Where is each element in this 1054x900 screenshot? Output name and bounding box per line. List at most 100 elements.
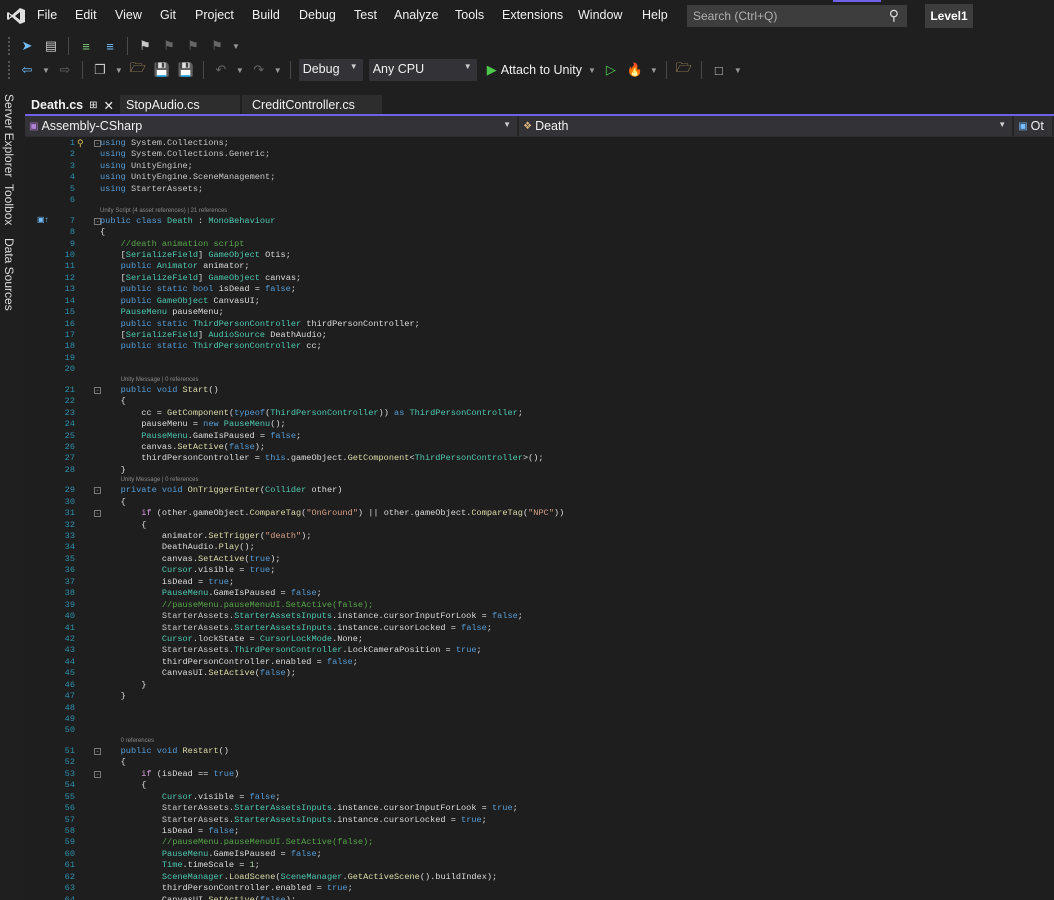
- code-token: ;: [512, 803, 518, 814]
- search-box[interactable]: Search (Ctrl+Q) ⚲: [687, 5, 907, 27]
- code-token: animator.: [100, 531, 209, 541]
- clear-bookmarks-icon[interactable]: ⚑: [208, 37, 226, 55]
- code-token: false: [259, 894, 286, 900]
- member-icon: ▣: [1018, 120, 1028, 132]
- toolbar-overflow-icon[interactable]: ▼: [232, 42, 240, 51]
- code-token: );: [254, 441, 266, 452]
- menu-build[interactable]: Build: [252, 8, 280, 22]
- menu-window[interactable]: Window: [578, 8, 622, 22]
- codelens[interactable]: Unity Message | 0 references: [25, 476, 1054, 485]
- code-token: false: [326, 656, 353, 667]
- redo-dropdown-icon[interactable]: ▼: [274, 66, 282, 75]
- attach-to-unity-button[interactable]: Attach to Unity: [501, 63, 582, 77]
- toolbar-grip[interactable]: [8, 61, 12, 79]
- run-dropdown-icon[interactable]: ▼: [588, 66, 596, 75]
- next-bookmark-icon[interactable]: ⚑: [184, 37, 202, 55]
- code-text: //pauseMenu.pauseMenuUI.SetActive(false)…: [100, 837, 373, 848]
- menu-file[interactable]: File: [37, 8, 57, 22]
- tab-stopaudio-cs[interactable]: StopAudio.cs: [120, 95, 240, 115]
- menu-tools[interactable]: Tools: [455, 8, 484, 22]
- code-line: 33 animator.SetTrigger("death");: [25, 531, 1054, 542]
- code-token: ThirdPersonController: [409, 407, 518, 418]
- window-layout-icon[interactable]: □: [710, 61, 728, 79]
- select-icon[interactable]: ➤: [18, 37, 36, 55]
- menu-help[interactable]: Help: [642, 8, 668, 22]
- back-dropdown-icon[interactable]: ▼: [42, 66, 50, 75]
- menu-view[interactable]: View: [115, 8, 142, 22]
- navigate-back-icon[interactable]: ⇦: [18, 61, 36, 79]
- code-line: 64 CanvasUI.SetActive(false);: [25, 895, 1054, 900]
- line-number: 36: [64, 565, 75, 576]
- code-token: CanvasUI.: [100, 894, 209, 900]
- navigate-forward-icon[interactable]: ⇨: [56, 61, 74, 79]
- new-project-icon[interactable]: ❐: [91, 61, 109, 79]
- menu-analyze[interactable]: Analyze: [394, 8, 438, 22]
- side-tab-server-explorer[interactable]: Server Explorer: [2, 94, 16, 177]
- open-folder-icon[interactable]: 🗁: [129, 60, 147, 79]
- code-token: StarterAssetsInputs: [234, 611, 333, 622]
- toolbar-overflow-icon[interactable]: ▼: [734, 66, 742, 75]
- codelens[interactable]: 0 references: [25, 737, 1054, 746]
- platform-dropdown[interactable]: Any CPU ▼: [368, 59, 477, 81]
- bookmark-icon[interactable]: ⚑: [136, 37, 154, 55]
- code-line: 25 PauseMenu.GameIsPaused = false;: [25, 431, 1054, 442]
- menu-git[interactable]: Git: [160, 8, 176, 22]
- code-token: false: [290, 588, 317, 599]
- line-number: 18: [64, 341, 75, 352]
- previous-bookmark-icon[interactable]: ⚑: [160, 37, 178, 55]
- configuration-dropdown[interactable]: Debug ▼: [298, 59, 363, 81]
- line-number: 53: [64, 768, 75, 779]
- line-number: 60: [64, 848, 75, 859]
- code-token: thirdPersonController.enabled =: [100, 883, 327, 894]
- code-line: 24 pauseMenu = new PauseMenu();: [25, 419, 1054, 430]
- redo-icon[interactable]: ↷: [250, 61, 268, 79]
- line-number: 51: [64, 745, 75, 756]
- code-text: public static bool isDead = false;: [100, 284, 296, 295]
- code-token: StarterAssets.: [100, 803, 235, 814]
- new-dropdown-icon[interactable]: ▼: [115, 66, 123, 75]
- find-in-files-icon[interactable]: 🗁: [675, 60, 693, 79]
- code-line: 37 isDead = true;: [25, 577, 1054, 588]
- save-icon[interactable]: 💾: [153, 61, 171, 79]
- quick-info-icon[interactable]: ▤: [42, 37, 60, 55]
- undo-dropdown-icon[interactable]: ▼: [236, 66, 244, 75]
- code-token: using: [100, 172, 126, 183]
- menu-debug[interactable]: Debug: [299, 8, 336, 22]
- hot-reload-dropdown-icon[interactable]: ▼: [650, 66, 658, 75]
- codelens[interactable]: Unity Script (4 asset references) | 21 r…: [25, 207, 1054, 216]
- undo-icon[interactable]: ↶: [212, 61, 230, 79]
- code-text: public static ThirdPersonController thir…: [100, 319, 420, 330]
- code-token: public void: [100, 384, 183, 395]
- code-editor[interactable]: ▣↑ ⚲ 1- using System.Collections; 2 using S…: [25, 137, 1054, 900]
- project-dropdown[interactable]: ▣ Assembly-CSharp ▼: [25, 116, 520, 136]
- side-tab-toolbox[interactable]: Toolbox: [2, 184, 16, 225]
- tab-death-cs[interactable]: Death.cs ⊞ ✕: [25, 95, 118, 115]
- pin-icon[interactable]: ⊞: [89, 100, 97, 111]
- start-without-debugging-icon[interactable]: ▷: [602, 61, 620, 79]
- start-debug-icon[interactable]: ▶: [483, 61, 501, 79]
- side-tab-data-sources[interactable]: Data Sources: [2, 238, 16, 311]
- member-dropdown[interactable]: ▣ Ot: [1014, 116, 1054, 136]
- menu-project[interactable]: Project: [195, 8, 234, 22]
- menu-extensions[interactable]: Extensions: [502, 8, 563, 22]
- side-tool-tabs: Server Explorer Toolbox Data Sources: [0, 92, 24, 900]
- close-icon[interactable]: ✕: [104, 98, 114, 113]
- code-token: canvas.: [100, 553, 198, 564]
- solution-name-badge[interactable]: Level1: [925, 4, 973, 28]
- chevron-down-icon: ▼: [349, 62, 358, 71]
- code-token: >();: [522, 453, 544, 464]
- codelens[interactable]: Unity Message | 0 references: [25, 376, 1054, 385]
- code-text: thirdPersonController = this.gameObject.…: [100, 453, 544, 464]
- uncomment-lines-icon[interactable]: ≡: [101, 37, 119, 55]
- menu-edit[interactable]: Edit: [75, 8, 97, 22]
- type-dropdown[interactable]: ❖ Death ▼: [519, 116, 1015, 136]
- menu-test[interactable]: Test: [354, 8, 377, 22]
- code-token: ;: [517, 407, 523, 418]
- code-line: 60 PauseMenu.GameIsPaused = false;: [25, 849, 1054, 860]
- comment-lines-icon[interactable]: ≡: [77, 37, 95, 55]
- toolbar-grip[interactable]: [8, 37, 12, 55]
- member-value: Ot: [1030, 119, 1044, 133]
- hot-reload-icon[interactable]: 🔥: [626, 61, 644, 79]
- save-all-icon[interactable]: 💾: [177, 61, 195, 79]
- tab-creditcontroller-cs[interactable]: CreditController.cs: [242, 95, 382, 115]
